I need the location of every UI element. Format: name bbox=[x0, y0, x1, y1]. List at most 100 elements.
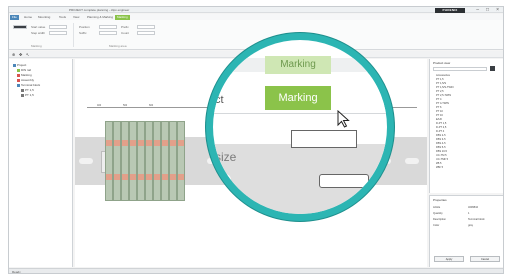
window-title: PROJECT complete planning - clipx engine… bbox=[69, 8, 130, 12]
terminal-block[interactable] bbox=[161, 121, 169, 201]
terminal-block[interactable] bbox=[121, 121, 129, 201]
prop-label: Color bbox=[433, 224, 440, 227]
terminal-block[interactable] bbox=[129, 121, 137, 201]
ribbon-label-position: Position bbox=[79, 25, 90, 29]
tree-item-pt-1[interactable]: PT 1,5 bbox=[21, 88, 34, 92]
brand-logo: PHOENIX bbox=[435, 8, 465, 13]
tree-item-terminal-block[interactable]: Terminal block bbox=[17, 83, 40, 87]
prop-value: 3209510 bbox=[468, 206, 479, 209]
apply-button[interactable]: Apply bbox=[434, 256, 464, 262]
filter-icon[interactable] bbox=[490, 66, 495, 71]
product-item[interactable]: PT 2,5-TWIN bbox=[436, 94, 451, 97]
product-item[interactable]: FBS 4-5 bbox=[436, 142, 446, 145]
ribbon-group-marking-area: Marking area bbox=[109, 44, 127, 48]
product-item[interactable]: UC-TM 5 bbox=[436, 154, 447, 157]
prop-value: Terminal block bbox=[468, 218, 485, 221]
magnified-view: Marking ct Marking size bbox=[213, 40, 387, 214]
part-icon bbox=[21, 93, 24, 97]
terminal-block[interactable] bbox=[169, 121, 177, 201]
prop-value: gray bbox=[468, 224, 474, 227]
ribbon-label-suffix: Suffix bbox=[79, 31, 87, 35]
product-panel: Product view Accessories PT 1,5 PT 1,5/S… bbox=[429, 59, 503, 193]
magnified-text-fragment: ct bbox=[215, 94, 224, 106]
product-item[interactable]: PT 6 bbox=[436, 106, 441, 109]
product-item[interactable]: FBS 3-5 bbox=[436, 138, 446, 141]
position-input[interactable] bbox=[99, 25, 117, 29]
magnified-tab-marking[interactable]: Marking bbox=[265, 86, 331, 110]
terminal-icon bbox=[17, 83, 20, 87]
ribbon-label-step: Step width bbox=[31, 31, 46, 35]
screenshot: PROJECT complete planning - clipx engine… bbox=[0, 0, 508, 278]
product-item[interactable]: D-PT 2,5 bbox=[436, 126, 446, 129]
terminal-block[interactable] bbox=[177, 121, 185, 201]
mouse-cursor-icon bbox=[337, 110, 350, 128]
pan-icon[interactable]: ✥ bbox=[19, 52, 22, 57]
prop-label: Quantity bbox=[433, 212, 443, 215]
product-item[interactable]: ZB 5 bbox=[436, 162, 441, 165]
product-item[interactable]: PT 4 bbox=[436, 98, 441, 101]
ruler-label: 400 bbox=[97, 104, 102, 107]
start-value-input[interactable] bbox=[49, 25, 67, 29]
arrow-icon[interactable]: ↖ bbox=[26, 52, 29, 57]
step-width-input[interactable] bbox=[49, 31, 67, 35]
color-swatch[interactable] bbox=[13, 25, 27, 29]
product-item[interactable]: PT 16 bbox=[436, 114, 443, 117]
terminal-block[interactable] bbox=[113, 121, 121, 201]
ruler-label: 500 bbox=[123, 104, 128, 107]
terminal-block[interactable] bbox=[153, 121, 161, 201]
properties-panel: Properties Article 3209510 Quantity 1 De… bbox=[429, 195, 503, 267]
product-item[interactable]: PT 1,5/S bbox=[436, 82, 446, 85]
rail-slot bbox=[79, 158, 93, 164]
magnified-rail-slot bbox=[213, 174, 231, 186]
terminal-block[interactable] bbox=[145, 121, 153, 201]
ribbon-label-prefix: Prefix bbox=[121, 25, 129, 29]
cancel-button[interactable]: Cancel bbox=[470, 256, 500, 262]
prop-value: 1 bbox=[468, 212, 470, 215]
project-tree: Project DIN rail Marking Assembly Termin… bbox=[9, 59, 73, 267]
product-item[interactable]: FBS 5-5 bbox=[436, 146, 446, 149]
terminal-block[interactable] bbox=[105, 121, 113, 201]
tree-item-din-rail[interactable]: DIN rail bbox=[17, 68, 31, 72]
product-item[interactable]: FBS 10-5 bbox=[436, 150, 447, 153]
product-item[interactable]: UC-TMF 5 bbox=[436, 158, 448, 161]
terminal-block-group[interactable] bbox=[105, 121, 191, 201]
minimize-button[interactable]: – bbox=[476, 7, 479, 13]
product-item[interactable]: FBS 2-5 bbox=[436, 134, 446, 137]
product-item[interactable]: PT 2,5 bbox=[436, 90, 444, 93]
product-item[interactable]: PT 1,5/S-TWIN bbox=[436, 86, 454, 89]
terminal-block[interactable] bbox=[137, 121, 145, 201]
maximize-button[interactable]: □ bbox=[486, 7, 489, 13]
product-item[interactable]: PT 1,5 bbox=[436, 78, 444, 81]
properties-title: Properties bbox=[433, 198, 447, 202]
product-item[interactable]: D-PT 4 bbox=[436, 130, 444, 133]
ribbon-separator bbox=[73, 23, 74, 47]
status-text: Ready bbox=[12, 270, 21, 274]
magnified-input-box bbox=[319, 174, 369, 188]
prop-label: Article bbox=[433, 206, 441, 209]
tree-item-assembly[interactable]: Assembly bbox=[17, 78, 34, 82]
tree-item-pt-2[interactable]: PT 1,5 bbox=[21, 93, 34, 97]
ruler-label: 600 bbox=[149, 104, 154, 107]
rail-icon bbox=[17, 68, 20, 72]
prop-label: Description bbox=[433, 218, 446, 221]
tree-item-marking[interactable]: Marking bbox=[17, 73, 32, 77]
product-item[interactable]: D-PT 1,5 bbox=[436, 122, 446, 125]
product-item[interactable]: PT 10 bbox=[436, 110, 443, 113]
suffix-input[interactable] bbox=[99, 31, 117, 35]
product-item[interactable]: Accessories bbox=[436, 74, 450, 77]
zoom-icon[interactable]: ⊕ bbox=[12, 52, 15, 57]
tree-item-project[interactable]: Project bbox=[13, 63, 26, 67]
product-item[interactable]: E/UK bbox=[436, 118, 442, 121]
product-item[interactable]: PT 4-TWIN bbox=[436, 102, 449, 105]
magnified-input-box bbox=[291, 130, 357, 148]
status-bar: Ready bbox=[9, 268, 503, 274]
count-input[interactable] bbox=[137, 31, 155, 35]
marking-icon bbox=[17, 73, 20, 77]
close-button[interactable]: × bbox=[496, 7, 499, 13]
assembly-icon bbox=[17, 78, 20, 82]
product-search-input[interactable] bbox=[433, 67, 487, 71]
prefix-input[interactable] bbox=[137, 25, 155, 29]
ribbon-label-start: Start value bbox=[31, 25, 46, 29]
product-item[interactable]: ZBF 5 bbox=[436, 166, 443, 169]
rail-slot bbox=[405, 158, 419, 164]
